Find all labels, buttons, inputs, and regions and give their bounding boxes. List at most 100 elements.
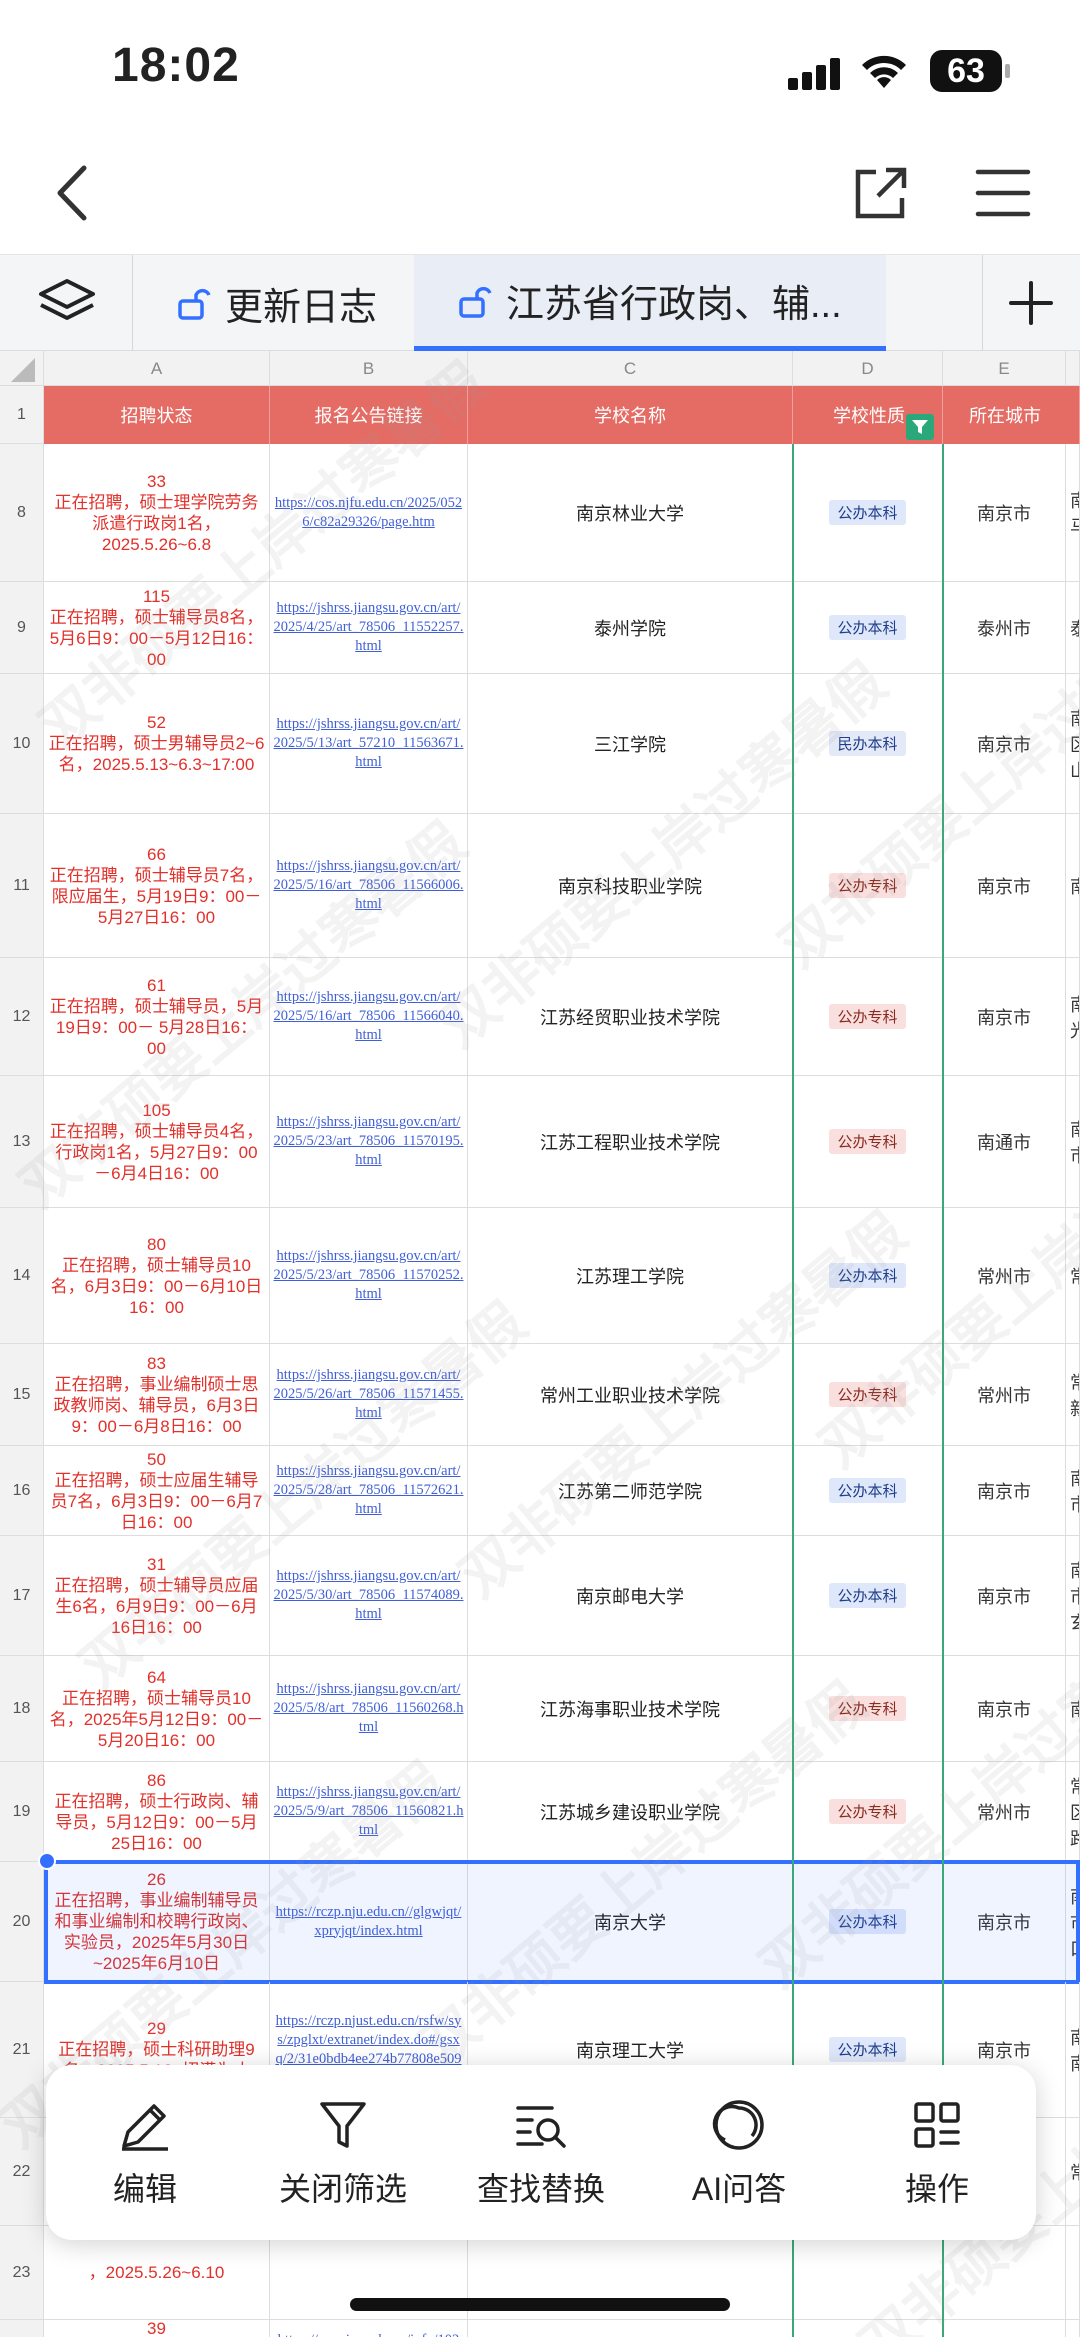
school-name-cell[interactable]: 江苏第二师范学院 [468,1446,793,1536]
city-cell[interactable]: 南通市 [943,1076,1066,1208]
school-type-cell[interactable]: 公办本科 [793,444,943,582]
school-name-cell[interactable]: 南京科技职业学院 [468,814,793,958]
tab-jiangsu[interactable]: 江苏省行政岗、辅... [414,255,886,351]
column-header-c[interactable]: C [468,351,793,386]
status-cell[interactable]: 52 正在招聘，硕士男辅导员2~6名，2025.5.13~6.3~17:00 [44,674,270,814]
link-cell[interactable]: https://jshrss.jiangsu.gov.cn/art/2025/5… [270,958,468,1076]
selection-handle[interactable] [38,1852,56,1870]
status-cell[interactable]: 80 正在招聘，硕士辅导员10名，6月3日9：00－6月10日16：00 [44,1208,270,1344]
row-header[interactable]: 19 [0,1762,44,1862]
school-name-cell[interactable]: 南京师范大学 [468,2320,793,2337]
school-type-cell[interactable]: 公办专科 [793,814,943,958]
city-cell[interactable]: 常州市 [943,1762,1066,1862]
school-name-cell[interactable]: 常州工业职业技术学院 [468,1344,793,1446]
header-cell-city[interactable]: 所在城市 [943,386,1080,444]
city-cell[interactable]: 南京市 [943,674,1066,814]
row-header[interactable]: 14 [0,1208,44,1344]
row-header[interactable]: 8 [0,444,44,582]
status-cell[interactable]: 50 正在招聘，硕士应届生辅导员7名，6月3日9：00－6月7日16：00 [44,1446,270,1536]
status-cell[interactable]: 105 正在招聘，硕士辅导员4名，行政岗1名，5月27日9：00－6月4日16：… [44,1076,270,1208]
school-type-cell[interactable]: 公办本科 [793,2320,943,2337]
header-cell-type[interactable]: 学校性质 [793,386,943,444]
school-type-cell[interactable]: 公办本科 [793,1208,943,1344]
status-cell[interactable]: 31 正在招聘，硕士辅导员应届生6名，6月9日9：00－6月16日16：00 [44,1536,270,1656]
school-name-cell[interactable]: 南京林业大学 [468,444,793,582]
column-header-e[interactable]: E [943,351,1066,386]
row-header[interactable]: 15 [0,1344,44,1446]
column-header-b[interactable]: B [270,351,468,386]
city-cell[interactable]: 南京市 [943,958,1066,1076]
filter-active-icon[interactable] [906,414,934,440]
row-header[interactable]: 12 [0,958,44,1076]
status-cell[interactable]: 64 正在招聘，硕士辅导员10名，2025年5月12日9：00－5月20日16：… [44,1656,270,1762]
city-cell[interactable]: 南京市 [943,1446,1066,1536]
column-header-d[interactable]: D [793,351,943,386]
city-cell[interactable]: 南京市 [943,1656,1066,1762]
school-type-cell[interactable]: 民办本科 [793,674,943,814]
link-cell[interactable]: https://jshrss.jiangsu.gov.cn/art/2025/5… [270,1536,468,1656]
city-cell[interactable]: 南京市 [943,1536,1066,1656]
link-cell[interactable]: https://jshrss.jiangsu.gov.cn/art/2025/5… [270,1076,468,1208]
link-cell[interactable]: https://jshrss.jiangsu.gov.cn/art/2025/5… [270,674,468,814]
city-cell[interactable] [943,2226,1066,2320]
school-type-cell[interactable]: 公办本科 [793,1446,943,1536]
close-filter-button[interactable]: 关闭筛选 [244,2065,442,2240]
row-header[interactable]: 11 [0,814,44,958]
layers-icon[interactable] [36,277,98,329]
link-cell[interactable]: https://rsc.njnu.edu.cn/info/1027/5373.h… [270,2320,468,2337]
city-cell[interactable]: 南京市 [943,2320,1066,2337]
link-cell[interactable]: https://jshrss.jiangsu.gov.cn/art/2025/4… [270,582,468,674]
tab-update-log[interactable]: 更新日志 [133,255,413,351]
school-type-cell[interactable]: 公办专科 [793,1076,943,1208]
status-cell[interactable]: 86 正在招聘，硕士行政岗、辅导员，5月12日9：00－5月25日16：00 [44,1762,270,1862]
status-cell[interactable]: 66 正在招聘，硕士辅导员7名，限应届生，5月19日9：00－5月27日16：0… [44,814,270,958]
row-header[interactable]: 24 [0,2320,44,2337]
row-header[interactable]: 17 [0,1536,44,1656]
link-cell[interactable]: https://jshrss.jiangsu.gov.cn/art/2025/5… [270,1344,468,1446]
column-header-a[interactable]: A [44,351,270,386]
row-header[interactable]: 21 [0,1982,44,2118]
header-cell-status[interactable]: 招聘状态 [44,386,270,444]
school-type-cell[interactable]: 公办专科 [793,1344,943,1446]
spreadsheet-grid[interactable]: A B C D E 1 招聘状态 报名公告链接 学校名称 学校性质 所在城市 8… [0,351,1080,2337]
school-name-cell[interactable]: 泰州学院 [468,582,793,674]
row-header[interactable]: 16 [0,1446,44,1536]
school-name-cell[interactable]: 江苏工程职业技术学院 [468,1076,793,1208]
school-type-cell[interactable] [793,2226,943,2320]
menu-icon[interactable] [968,158,1038,228]
edit-button[interactable]: 编辑 [46,2065,244,2240]
row-header[interactable]: 18 [0,1656,44,1762]
link-cell[interactable]: https://jshrss.jiangsu.gov.cn/art/2025/5… [270,1208,468,1344]
find-replace-button[interactable]: 查找替换 [442,2065,640,2240]
status-cell[interactable]: ，2025.5.26~6.10 [44,2226,270,2320]
link-cell[interactable]: https://jshrss.jiangsu.gov.cn/art/2025/5… [270,1762,468,1862]
link-cell[interactable]: https://cos.njfu.edu.cn/2025/0526/c82a29… [270,444,468,582]
school-name-cell[interactable]: 江苏理工学院 [468,1208,793,1344]
row-header[interactable]: 10 [0,674,44,814]
header-cell-school[interactable]: 学校名称 [468,386,793,444]
status-cell[interactable]: 61 正在招聘，硕士辅导员，5月19日9：00－ 5月28日16：00 [44,958,270,1076]
link-cell[interactable]: https://jshrss.jiangsu.gov.cn/art/2025/5… [270,1446,468,1536]
school-name-cell[interactable]: 江苏城乡建设职业学院 [468,1762,793,1862]
actions-button[interactable]: 操作 [838,2065,1036,2240]
row-header[interactable]: 9 [0,582,44,674]
row-header[interactable]: 20 [0,1862,44,1982]
city-cell[interactable]: 南京市 [943,444,1066,582]
school-name-cell[interactable]: 江苏海事职业技术学院 [468,1656,793,1762]
row-header[interactable]: 1 [0,386,44,444]
school-type-cell[interactable]: 公办专科 [793,1656,943,1762]
school-type-cell[interactable]: 公办专科 [793,958,943,1076]
city-cell[interactable]: 南京市 [943,814,1066,958]
ai-chat-button[interactable]: AI问答 [640,2065,838,2240]
status-cell[interactable]: 83 正在招聘，事业编制硕士思政教师岗、辅导员，6月3日9：00－6月8日16：… [44,1344,270,1446]
school-type-cell[interactable]: 公办本科 [793,1536,943,1656]
status-cell[interactable]: 33 正在招聘，硕士理学院劳务派遣行政岗1名，2025.5.26~6.8 [44,444,270,582]
header-cell-link[interactable]: 报名公告链接 [270,386,468,444]
back-icon[interactable] [40,158,110,228]
row-header[interactable]: 23 [0,2226,44,2320]
add-sheet-icon[interactable] [1005,277,1057,329]
school-type-cell[interactable]: 公办本科 [793,582,943,674]
city-cell[interactable]: 常州市 [943,1344,1066,1446]
link-cell[interactable]: https://jshrss.jiangsu.gov.cn/art/2025/5… [270,814,468,958]
status-cell[interactable]: 115 正在招聘，硕士辅导员8名，5月6日9：00－5月12日16：00 [44,582,270,674]
